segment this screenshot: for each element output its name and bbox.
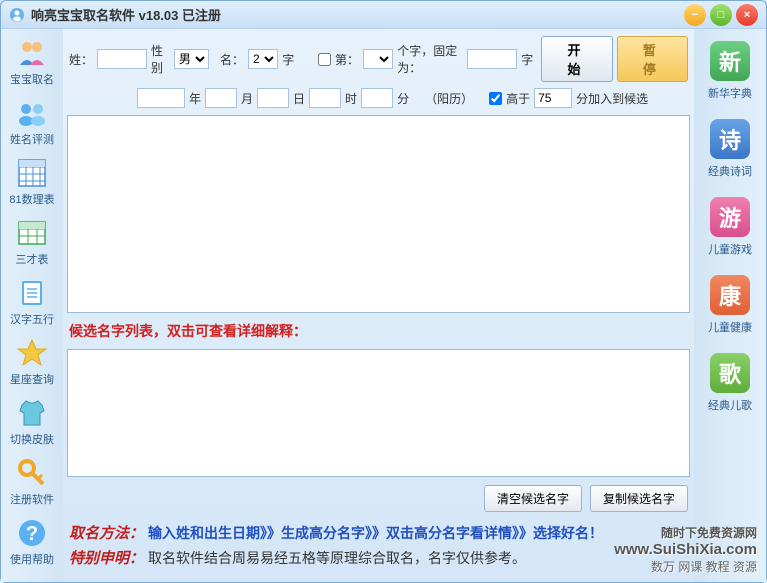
sidebar-item-baobao[interactable]: 宝宝取名 xyxy=(3,33,61,91)
method-text: 输入姓和出生日期》》生成高分名字》》双击高分名字看详情》》选择好名！ xyxy=(148,523,603,543)
minimize-button[interactable]: − xyxy=(684,4,706,26)
method-label: 取名方法： xyxy=(69,522,144,543)
candidate-hint: 候选名字列表，双击可查看详细解释： xyxy=(67,317,690,345)
table-icon xyxy=(16,217,48,249)
kang-icon: 康 xyxy=(710,275,750,315)
right-item-shici[interactable]: 诗 经典诗词 xyxy=(708,119,752,179)
gender-select[interactable]: 男 xyxy=(174,49,209,69)
fixed-suffix2: 字 xyxy=(521,51,533,68)
titlebar: 响亮宝宝取名软件 v18.03 已注册 − □ × xyxy=(1,1,766,29)
sidebar-item-wuxing[interactable]: 汉字五行 xyxy=(3,273,61,331)
fixed-label: 第： xyxy=(335,51,359,68)
fixed-suffix: 个字，固定为： xyxy=(397,42,463,76)
sidebar-item-xingzuo[interactable]: 星座查询 xyxy=(3,333,61,391)
notice-label: 特别申明： xyxy=(69,547,144,568)
right-item-erge[interactable]: 歌 经典儿歌 xyxy=(708,353,752,413)
sidebar-item-zhuce[interactable]: 注册软件 xyxy=(3,453,61,511)
svg-text:?: ? xyxy=(26,523,38,545)
fixed-position-select[interactable] xyxy=(363,49,393,69)
notice-text: 取名软件结合周易易经五格等原理综合取名，名字仅供参考。 xyxy=(148,548,526,568)
users-icon xyxy=(16,97,48,129)
name-chars-suffix: 字 xyxy=(282,51,294,68)
sidebar-item-sancai[interactable]: 三才表 xyxy=(3,213,61,271)
score-input[interactable] xyxy=(534,88,572,108)
score-suffix: 分加入到候选 xyxy=(576,90,648,107)
right-item-jiankang[interactable]: 康 儿童健康 xyxy=(708,275,752,335)
pause-button[interactable]: 暂 停 xyxy=(617,36,688,82)
surname-label: 姓： xyxy=(69,51,93,68)
right-item-youxi[interactable]: 游 儿童游戏 xyxy=(708,197,752,257)
calendar-label: （阳历） xyxy=(425,90,473,107)
window-title: 响亮宝宝取名软件 v18.03 已注册 xyxy=(31,5,684,24)
surname-input[interactable] xyxy=(97,49,147,69)
maximize-button[interactable]: □ xyxy=(710,4,732,26)
star-icon xyxy=(16,337,48,369)
hour-input[interactable] xyxy=(309,88,341,108)
candidate-list[interactable] xyxy=(67,349,690,477)
fixed-value-input[interactable] xyxy=(467,49,517,69)
sidebar-item-shuli[interactable]: 81数理表 xyxy=(3,153,61,211)
minute-input[interactable] xyxy=(361,88,393,108)
grid-icon xyxy=(16,157,48,189)
year-label: 年 xyxy=(189,90,201,107)
app-icon xyxy=(9,7,25,23)
day-input[interactable] xyxy=(257,88,289,108)
people-icon xyxy=(16,37,48,69)
name-label: 名： xyxy=(220,51,244,68)
xin-icon: 新 xyxy=(710,41,750,81)
ge-icon: 歌 xyxy=(710,353,750,393)
fixed-checkbox[interactable] xyxy=(318,53,331,66)
close-button[interactable]: × xyxy=(736,4,758,26)
month-label: 月 xyxy=(241,90,253,107)
you-icon: 游 xyxy=(710,197,750,237)
score-checkbox[interactable] xyxy=(489,92,502,105)
year-input[interactable] xyxy=(137,88,185,108)
shirt-icon xyxy=(16,397,48,429)
gender-label: 性别 xyxy=(151,42,170,76)
month-input[interactable] xyxy=(205,88,237,108)
day-label: 日 xyxy=(293,90,305,107)
help-icon: ? xyxy=(16,517,48,549)
main-area: 姓： 性别 男 名： 2 字 第： 个字，固定为： 字 开 始 暂 停 xyxy=(63,29,694,582)
clear-button[interactable]: 清空候选名字 xyxy=(484,485,582,512)
sidebar-right: 新 新华字典 诗 经典诗词 游 儿童游戏 康 儿童健康 歌 经典儿歌 xyxy=(694,29,766,582)
result-list[interactable] xyxy=(67,115,690,313)
key-icon xyxy=(16,457,48,489)
bottom-buttons: 清空候选名字 复制候选名字 xyxy=(67,481,690,516)
right-item-zidian[interactable]: 新 新华字典 xyxy=(708,41,752,101)
copy-button[interactable]: 复制候选名字 xyxy=(590,485,688,512)
minute-label: 分 xyxy=(397,90,409,107)
hour-label: 时 xyxy=(345,90,357,107)
score-label: 高于 xyxy=(506,90,530,107)
name-chars-select[interactable]: 2 xyxy=(248,49,278,69)
instructions: 取名方法： 输入姓和出生日期》》生成高分名字》》双击高分名字看详情》》选择好名！… xyxy=(67,516,690,578)
form-row-2: 年 月 日 时 分 （阳历） 高于 分加入到候选 xyxy=(67,85,690,111)
book-icon xyxy=(16,277,48,309)
form-row-1: 姓： 性别 男 名： 2 字 第： 个字，固定为： 字 开 始 暂 停 xyxy=(67,33,690,85)
sidebar-left: 宝宝取名 姓名评测 81数理表 三才表 汉字五行 星座查询 xyxy=(1,29,63,582)
shi-icon: 诗 xyxy=(710,119,750,159)
sidebar-item-pifu[interactable]: 切换皮肤 xyxy=(3,393,61,451)
sidebar-item-bangzhu[interactable]: ? 使用帮助 xyxy=(3,513,61,571)
start-button[interactable]: 开 始 xyxy=(541,36,612,82)
sidebar-item-pingce[interactable]: 姓名评测 xyxy=(3,93,61,151)
